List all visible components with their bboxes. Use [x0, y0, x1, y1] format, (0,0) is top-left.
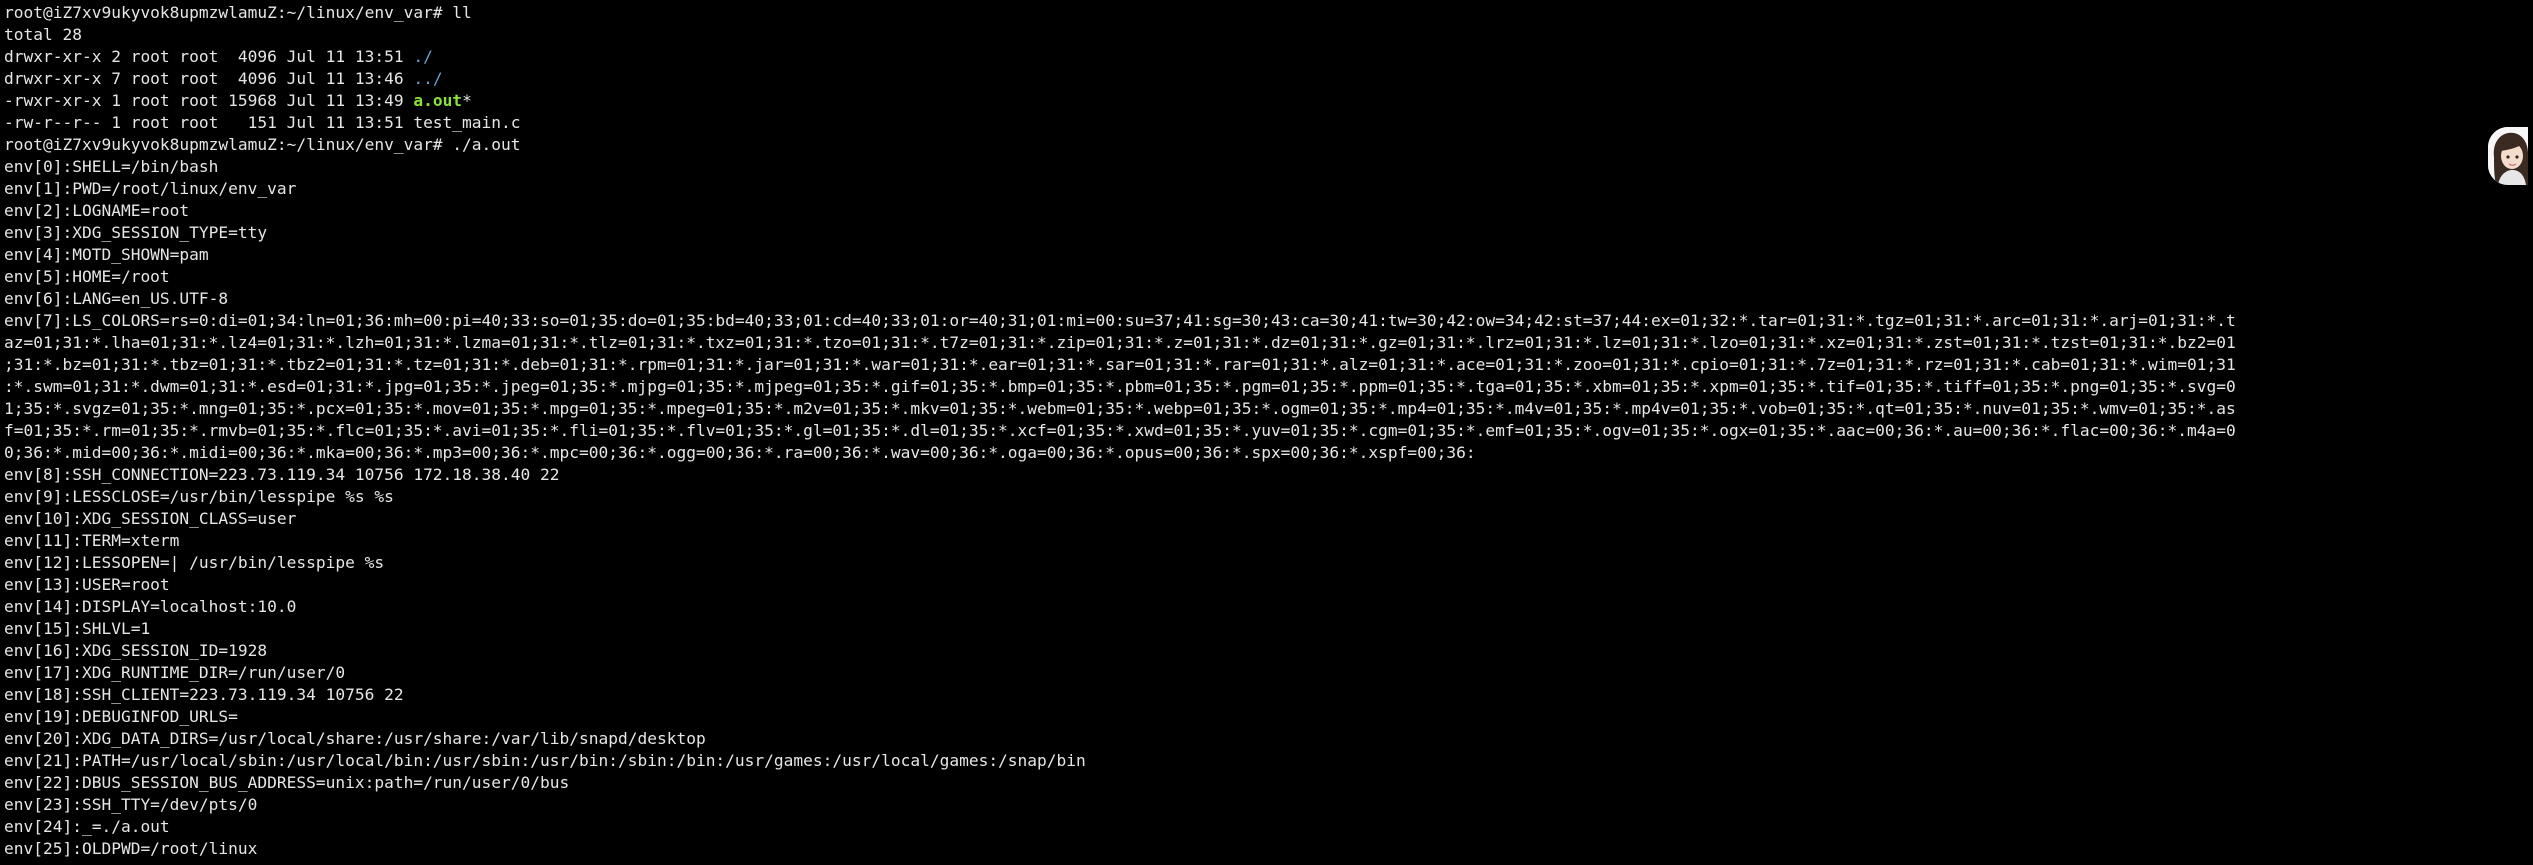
terminal-text: env[18]:SSH_CLIENT=223.73.119.34 10756 2… [4, 685, 404, 704]
terminal-text: env[13]:USER=root [4, 575, 170, 594]
terminal-text: env[4]:MOTD_SHOWN=pam [4, 245, 209, 264]
terminal-line: 0;36:*.mid=00;36:*.midi=00;36:*.mka=00;3… [4, 442, 2528, 464]
terminal-text: az=01;31:*.lha=01;31:*.lz4=01;31:*.lzh=0… [4, 333, 2236, 352]
terminal-line: total 28 [4, 24, 2528, 46]
terminal-text: env[25]:OLDPWD=/root/linux [4, 839, 258, 858]
terminal-line: env[5]:HOME=/root [4, 266, 2528, 288]
terminal-text: env[19]:DEBUGINFOD_URLS= [4, 707, 238, 726]
terminal-line: env[4]:MOTD_SHOWN=pam [4, 244, 2528, 266]
terminal-text: env[6]:LANG=en_US.UTF-8 [4, 289, 229, 308]
terminal-text: 1;35:*.svgz=01;35:*.mng=01;35:*.pcx=01;3… [4, 399, 2236, 418]
terminal-line: env[11]:TERM=xterm [4, 530, 2528, 552]
terminal-line: root@iZ7xv9ukyvok8upmzwlamuZ:~/linux/env… [4, 134, 2528, 156]
terminal-line: env[8]:SSH_CONNECTION=223.73.119.34 1075… [4, 464, 2528, 486]
terminal-line: env[0]:SHELL=/bin/bash [4, 156, 2528, 178]
terminal-text: env[16]:XDG_SESSION_ID=1928 [4, 641, 268, 660]
terminal-line: ;31:*.bz=01;31:*.tbz=01;31:*.tbz2=01;31:… [4, 354, 2528, 376]
terminal-line: env[16]:XDG_SESSION_ID=1928 [4, 640, 2528, 662]
terminal-line: env[9]:LESSCLOSE=/usr/bin/lesspipe %s %s [4, 486, 2528, 508]
terminal-text: env[8]:SSH_CONNECTION=223.73.119.34 1075… [4, 465, 560, 484]
terminal-text: env[12]:LESSOPEN=| /usr/bin/lesspipe %s [4, 553, 385, 572]
terminal-text: drwxr-xr-x 2 root root 4096 Jul 11 13:51 [4, 47, 414, 66]
terminal-text: root@iZ7xv9ukyvok8upmzwlamuZ:~/linux/env… [4, 3, 472, 22]
terminal-text: env[1]:PWD=/root/linux/env_var [4, 179, 297, 198]
assistant-avatar-icon[interactable] [2488, 127, 2528, 185]
terminal-text: env[21]:PATH=/usr/local/sbin:/usr/local/… [4, 751, 1086, 770]
terminal-line: env[15]:SHLVL=1 [4, 618, 2528, 640]
terminal-text: 0;36:*.mid=00;36:*.midi=00;36:*.mka=00;3… [4, 443, 1476, 462]
user-avatar-icon [2488, 127, 2528, 185]
terminal-text: total 28 [4, 25, 82, 44]
terminal-line: env[19]:DEBUGINFOD_URLS= [4, 706, 2528, 728]
terminal-text: :*.swm=01;31:*.dwm=01;31:*.esd=01;31:*.j… [4, 377, 2236, 396]
terminal-line: az=01;31:*.lha=01;31:*.lz4=01;31:*.lzh=0… [4, 332, 2528, 354]
terminal-line: drwxr-xr-x 2 root root 4096 Jul 11 13:51… [4, 46, 2528, 68]
terminal-blue-text: ./ [413, 47, 433, 66]
terminal-line: -rwxr-xr-x 1 root root 15968 Jul 11 13:4… [4, 90, 2528, 112]
terminal-blue-text: ../ [413, 69, 443, 88]
terminal-line: env[7]:LS_COLORS=rs=0:di=01;34:ln=01;36:… [4, 310, 2528, 332]
terminal-text: env[15]:SHLVL=1 [4, 619, 151, 638]
terminal-line: 1;35:*.svgz=01;35:*.mng=01;35:*.pcx=01;3… [4, 398, 2528, 420]
terminal-text: root@iZ7xv9ukyvok8upmzwlamuZ:~/linux/env… [4, 135, 521, 154]
terminal-line: env[25]:OLDPWD=/root/linux [4, 838, 2528, 860]
terminal-line: env[23]:SSH_TTY=/dev/pts/0 [4, 794, 2528, 816]
terminal-line: env[22]:DBUS_SESSION_BUS_ADDRESS=unix:pa… [4, 772, 2528, 794]
terminal-line: env[24]:_=./a.out [4, 816, 2528, 838]
terminal-line: :*.swm=01;31:*.dwm=01;31:*.esd=01;31:*.j… [4, 376, 2528, 398]
terminal-text: env[24]:_=./a.out [4, 817, 170, 836]
terminal-line: env[3]:XDG_SESSION_TYPE=tty [4, 222, 2528, 244]
terminal-text: env[2]:LOGNAME=root [4, 201, 190, 220]
terminal-text: -rw-r--r-- 1 root root 151 Jul 11 13:51 … [4, 113, 521, 132]
terminal-text: drwxr-xr-x 7 root root 4096 Jul 11 13:46 [4, 69, 414, 88]
terminal-line: env[13]:USER=root [4, 574, 2528, 596]
terminal-line: env[6]:LANG=en_US.UTF-8 [4, 288, 2528, 310]
terminal-line: env[2]:LOGNAME=root [4, 200, 2528, 222]
terminal-text: env[7]:LS_COLORS=rs=0:di=01;34:ln=01;36:… [4, 311, 2236, 330]
terminal-line: drwxr-xr-x 7 root root 4096 Jul 11 13:46… [4, 68, 2528, 90]
terminal-text: ;31:*.bz=01;31:*.tbz=01;31:*.tbz2=01;31:… [4, 355, 2236, 374]
terminal-output[interactable]: root@iZ7xv9ukyvok8upmzwlamuZ:~/linux/env… [4, 2, 2528, 860]
terminal-line: env[14]:DISPLAY=localhost:10.0 [4, 596, 2528, 618]
terminal-line: env[18]:SSH_CLIENT=223.73.119.34 10756 2… [4, 684, 2528, 706]
terminal-text: env[10]:XDG_SESSION_CLASS=user [4, 509, 297, 528]
terminal-text: env[14]:DISPLAY=localhost:10.0 [4, 597, 297, 616]
terminal-line: env[20]:XDG_DATA_DIRS=/usr/local/share:/… [4, 728, 2528, 750]
terminal-green-text: a.out [413, 91, 463, 110]
terminal-text: env[0]:SHELL=/bin/bash [4, 157, 219, 176]
terminal-line: -rw-r--r-- 1 root root 151 Jul 11 13:51 … [4, 112, 2528, 134]
terminal-text: env[23]:SSH_TTY=/dev/pts/0 [4, 795, 258, 814]
terminal-text: env[22]:DBUS_SESSION_BUS_ADDRESS=unix:pa… [4, 773, 570, 792]
terminal-text: f=01;35:*.rm=01;35:*.rmvb=01;35:*.flc=01… [4, 421, 2236, 440]
terminal-text: * [462, 91, 472, 110]
terminal-line: env[1]:PWD=/root/linux/env_var [4, 178, 2528, 200]
terminal-text: env[5]:HOME=/root [4, 267, 170, 286]
terminal-line: root@iZ7xv9ukyvok8upmzwlamuZ:~/linux/env… [4, 2, 2528, 24]
terminal-text: env[20]:XDG_DATA_DIRS=/usr/local/share:/… [4, 729, 706, 748]
terminal-line: f=01;35:*.rm=01;35:*.rmvb=01;35:*.flc=01… [4, 420, 2528, 442]
terminal-text: -rwxr-xr-x 1 root root 15968 Jul 11 13:4… [4, 91, 414, 110]
terminal-text: env[3]:XDG_SESSION_TYPE=tty [4, 223, 268, 242]
terminal-text: env[11]:TERM=xterm [4, 531, 180, 550]
terminal-line: env[10]:XDG_SESSION_CLASS=user [4, 508, 2528, 530]
terminal-line: env[12]:LESSOPEN=| /usr/bin/lesspipe %s [4, 552, 2528, 574]
terminal-text: env[17]:XDG_RUNTIME_DIR=/run/user/0 [4, 663, 346, 682]
terminal-text: env[9]:LESSCLOSE=/usr/bin/lesspipe %s %s [4, 487, 394, 506]
terminal-line: env[21]:PATH=/usr/local/sbin:/usr/local/… [4, 750, 2528, 772]
terminal-line: env[17]:XDG_RUNTIME_DIR=/run/user/0 [4, 662, 2528, 684]
